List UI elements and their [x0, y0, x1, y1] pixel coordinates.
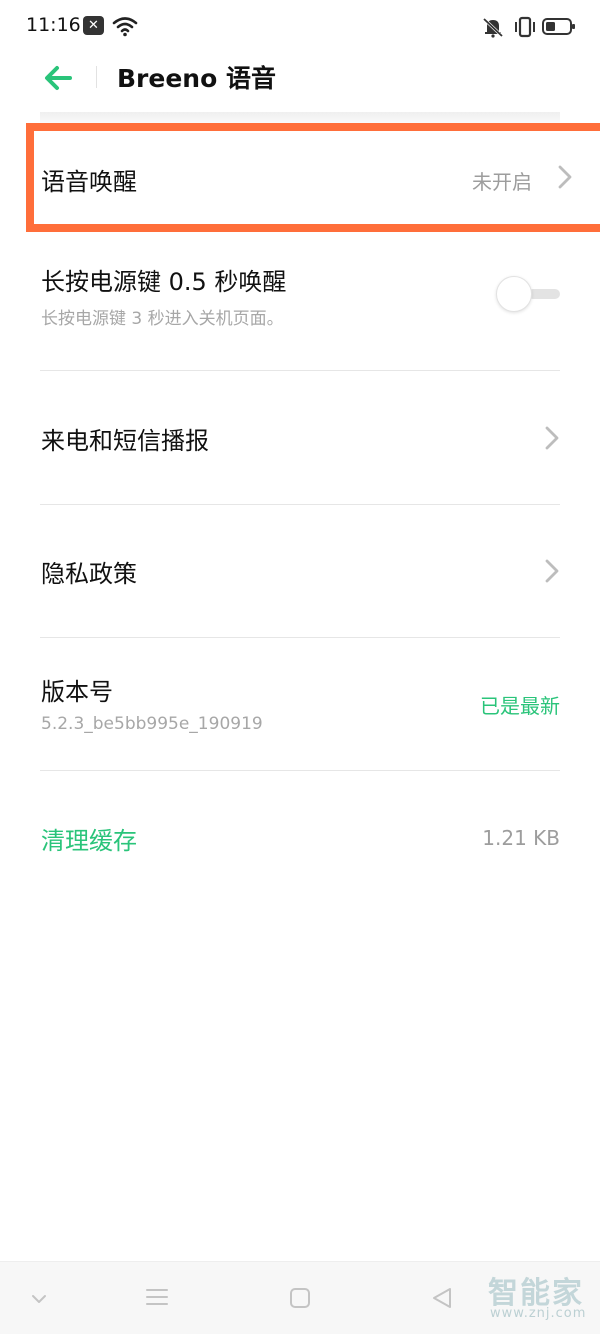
- status-bar: 11:16 ✕: [0, 0, 600, 56]
- call-sms-broadcast-title: 来电和短信播报: [41, 427, 209, 455]
- title-divider: [96, 66, 97, 88]
- x-notification-icon: ✕: [83, 16, 104, 35]
- watermark-url: www.znj.com: [490, 1306, 587, 1321]
- wifi-icon: [112, 17, 138, 37]
- menu-icon[interactable]: [145, 1287, 169, 1307]
- toggle-track: [528, 289, 560, 299]
- clear-cache-row[interactable]: 清理缓存 1.21 KB: [0, 771, 600, 903]
- triangle-back-icon[interactable]: [430, 1286, 454, 1310]
- battery-icon: [542, 18, 575, 35]
- chevron-right-icon: [545, 559, 559, 583]
- voice-wake-title: 语音唤醒: [41, 168, 137, 196]
- voice-wake-row[interactable]: 语音唤醒 未开启: [26, 123, 600, 232]
- chevron-right-icon: [545, 426, 559, 450]
- bell-muted-icon: [482, 17, 504, 38]
- version-row[interactable]: 版本号 5.2.3_be5bb995e_190919 已是最新: [0, 638, 600, 770]
- toggle-knob: [496, 276, 532, 312]
- call-sms-broadcast-row[interactable]: 来电和短信播报: [0, 371, 600, 504]
- vibrate-icon: [515, 16, 535, 38]
- privacy-policy-row[interactable]: 隐私政策: [0, 505, 600, 637]
- square-home-icon[interactable]: [288, 1286, 312, 1310]
- version-number: 5.2.3_be5bb995e_190919: [41, 714, 263, 734]
- cache-size: 1.21 KB: [482, 826, 560, 850]
- version-status: 已是最新: [480, 694, 560, 718]
- chevron-right-icon: [558, 165, 572, 189]
- version-title: 版本号: [41, 678, 113, 706]
- power-key-wake-title: 长按电源键 0.5 秒唤醒: [41, 268, 287, 296]
- watermark: 智能家 www.znj.com: [488, 1268, 592, 1326]
- voice-wake-value: 未开启: [472, 170, 532, 194]
- power-key-wake-toggle[interactable]: [496, 276, 560, 312]
- back-button[interactable]: [38, 56, 78, 100]
- status-time: 11:16: [26, 14, 81, 36]
- app-bar: Breeno 语音: [0, 56, 600, 112]
- chevron-down-icon[interactable]: [30, 1292, 48, 1306]
- privacy-policy-title: 隐私政策: [41, 560, 137, 588]
- page-title: Breeno 语音: [117, 64, 276, 93]
- power-key-wake-subtitle: 长按电源键 3 秒进入关机页面。: [41, 309, 284, 329]
- back-arrow-icon: [45, 66, 72, 90]
- clear-cache-title: 清理缓存: [41, 827, 137, 855]
